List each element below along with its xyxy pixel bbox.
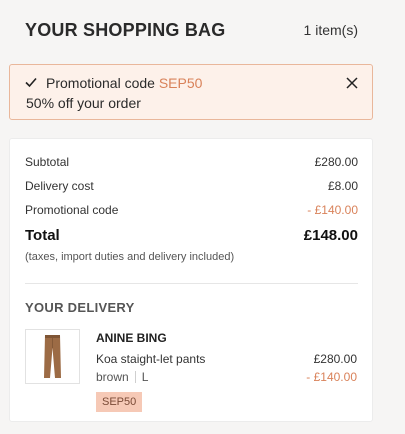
promo-tag: SEP50 <box>96 392 143 412</box>
promo-code: SEP50 <box>158 75 203 91</box>
page-header: YOUR SHOPPING BAG 1 item(s) <box>25 18 358 42</box>
divider <box>25 283 358 284</box>
product-price: £280.00 <box>313 352 357 366</box>
tax-note: (taxes, import duties and delivery inclu… <box>25 251 235 263</box>
product-size: L <box>141 370 149 384</box>
product-discount: - £140.00 <box>306 370 357 384</box>
page-title: YOUR SHOPPING BAG <box>25 19 226 40</box>
product-color: brown <box>96 370 129 384</box>
summary-row-promo: Promotional code - £140.00 <box>25 203 358 217</box>
summary-value: £8.00 <box>327 179 358 193</box>
promo-description: 50% off your order <box>26 95 141 111</box>
summary-row-total: Total £148.00 <box>25 227 358 244</box>
summary-value: - £140.00 <box>307 203 358 217</box>
variant-separator <box>134 371 136 383</box>
promo-label: Promotional code SEP50 <box>46 75 203 91</box>
product-brand: ANINE BING <box>96 331 167 345</box>
summary-label: Delivery cost <box>25 179 94 193</box>
summary-value: £280.00 <box>314 155 358 169</box>
order-summary-card: Subtotal £280.00 Delivery cost £8.00 Pro… <box>9 138 373 422</box>
product-thumbnail[interactable] <box>25 329 80 384</box>
product-variant: brown L <box>96 370 148 384</box>
summary-label: Subtotal <box>25 155 70 169</box>
promo-banner: Promotional code SEP50 50% off your orde… <box>9 64 373 120</box>
total-value: £148.00 <box>303 227 358 244</box>
summary-row-delivery: Delivery cost £8.00 <box>25 179 358 193</box>
delivery-title: YOUR DELIVERY <box>25 300 135 315</box>
summary-label: Promotional code <box>25 203 119 217</box>
total-label: Total <box>25 227 60 244</box>
product-name: Koa staight-let pants <box>96 352 206 366</box>
check-icon <box>25 77 37 88</box>
close-icon[interactable] <box>346 77 358 89</box>
pants-image <box>44 335 61 378</box>
summary-row-subtotal: Subtotal £280.00 <box>25 155 358 169</box>
item-count: 1 item(s) <box>303 22 358 38</box>
